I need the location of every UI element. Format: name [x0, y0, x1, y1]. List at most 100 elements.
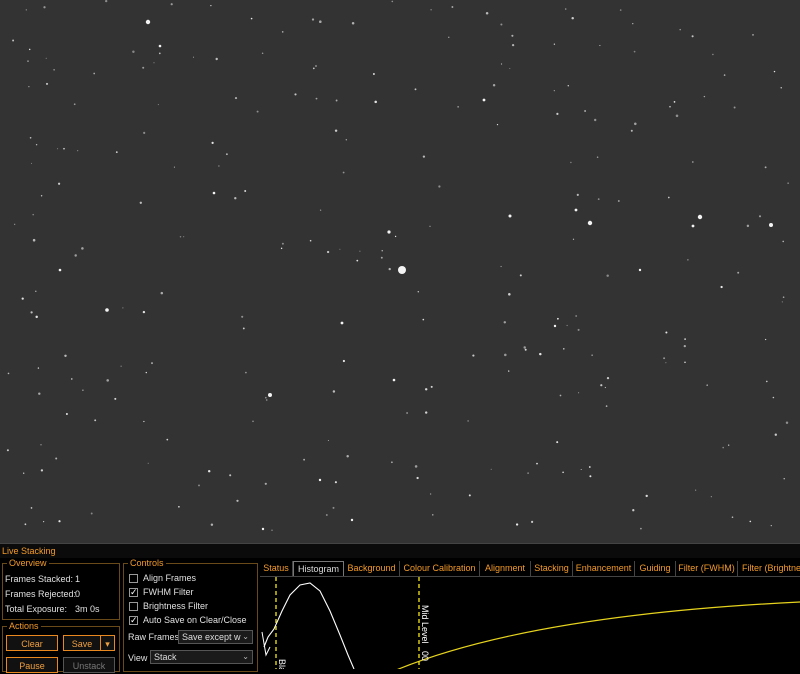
star	[58, 268, 62, 272]
star	[43, 6, 46, 9]
star	[695, 489, 697, 491]
star	[315, 65, 317, 67]
view-select[interactable]: Stack ⌄	[150, 650, 253, 664]
star	[591, 354, 593, 356]
auto-save-label[interactable]: Auto Save on Clear/Close	[143, 615, 247, 625]
star	[485, 11, 489, 15]
histogram-view[interactable]: Black Mid Level 00	[260, 576, 800, 674]
star	[519, 274, 522, 277]
actions-legend: Actions	[9, 621, 39, 631]
star-field	[6, 0, 789, 531]
tab-filter-fwhm[interactable]: Filter (FWHM)	[676, 561, 738, 576]
star	[381, 250, 383, 252]
star	[752, 34, 754, 36]
tab-enhancement[interactable]: Enhancement	[573, 561, 635, 576]
window-title: Live Stacking	[2, 546, 56, 556]
fwhm-filter-checkbox[interactable]	[129, 587, 138, 598]
star	[500, 23, 503, 26]
star	[271, 529, 273, 531]
star	[158, 44, 162, 48]
star	[634, 122, 637, 126]
star	[557, 317, 559, 320]
star	[241, 315, 244, 318]
star	[30, 162, 33, 164]
star	[574, 208, 578, 212]
star	[211, 141, 214, 145]
star	[77, 150, 79, 152]
star	[706, 384, 708, 386]
tab-status[interactable]: Status	[260, 561, 293, 576]
auto-save-checkbox[interactable]	[129, 615, 138, 626]
star	[266, 399, 268, 401]
star	[142, 310, 146, 314]
star	[225, 153, 228, 156]
star	[374, 100, 377, 104]
star	[570, 161, 572, 164]
star	[482, 98, 486, 102]
unstack-button[interactable]: Unstack	[63, 657, 115, 673]
star	[242, 327, 245, 330]
tab-histogram[interactable]: Histogram	[293, 561, 344, 576]
star	[764, 166, 767, 169]
align-frames-label[interactable]: Align Frames	[143, 573, 196, 583]
stacked-image-view[interactable]	[0, 0, 800, 543]
star	[143, 420, 145, 423]
star	[252, 420, 254, 423]
star	[192, 56, 195, 58]
star	[120, 365, 122, 367]
star	[37, 367, 40, 369]
controls-legend: Controls	[130, 558, 164, 568]
star	[160, 291, 164, 295]
star	[605, 405, 608, 407]
star	[218, 165, 220, 167]
star	[73, 103, 76, 106]
star	[472, 354, 475, 357]
star	[23, 472, 25, 474]
star	[151, 362, 153, 365]
fwhm-filter-label[interactable]: FWHM Filter	[143, 587, 194, 597]
star	[115, 151, 118, 153]
clear-button[interactable]: Clear	[6, 635, 58, 651]
save-options-button[interactable]: ▾	[100, 635, 115, 651]
align-frames-checkbox[interactable]	[129, 574, 138, 583]
brightness-filter-checkbox[interactable]	[129, 602, 138, 611]
tab-alignment[interactable]: Alignment	[480, 561, 531, 576]
star	[339, 248, 341, 250]
star	[25, 9, 27, 11]
tab-stacking[interactable]: Stacking	[531, 561, 573, 576]
star	[496, 124, 499, 126]
star	[733, 106, 736, 109]
star	[268, 393, 272, 397]
tab-colour-calibration[interactable]: Colour Calibration	[400, 561, 480, 576]
chevron-down-icon: ▾	[105, 639, 110, 649]
star	[731, 516, 734, 518]
star	[207, 469, 211, 473]
star	[606, 376, 610, 380]
star	[782, 296, 785, 299]
pause-button[interactable]: Pause	[6, 657, 58, 673]
star	[40, 444, 42, 446]
star	[229, 474, 232, 477]
star	[663, 357, 666, 360]
star	[372, 73, 375, 75]
star	[170, 3, 173, 6]
star	[81, 247, 84, 250]
brightness-filter-label[interactable]: Brightness Filter	[143, 601, 208, 611]
star	[515, 523, 519, 526]
star	[563, 348, 565, 350]
star	[432, 514, 434, 516]
star	[746, 224, 750, 228]
star	[183, 236, 185, 238]
raw-frames-select[interactable]: Save except w ⌄	[178, 630, 253, 644]
star	[556, 112, 559, 116]
chevron-down-icon: ⌄	[242, 652, 249, 661]
save-button[interactable]: Save	[63, 635, 101, 651]
star	[82, 389, 84, 392]
star	[29, 136, 32, 139]
star	[264, 482, 267, 485]
star	[758, 215, 762, 218]
star	[327, 439, 329, 442]
tab-filter-brightness[interactable]: Filter (Brightne	[738, 561, 800, 576]
tab-guiding[interactable]: Guiding	[635, 561, 676, 576]
tab-background[interactable]: Background	[344, 561, 400, 576]
